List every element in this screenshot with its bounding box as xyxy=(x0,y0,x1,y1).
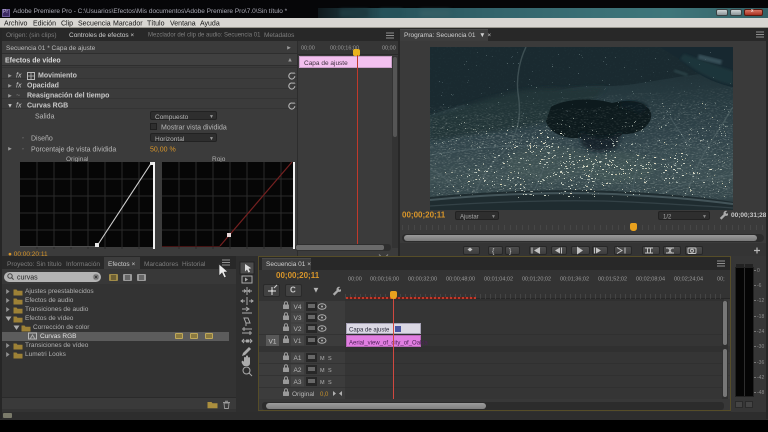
svg-text:A2: A2 xyxy=(294,367,302,374)
svg-text:M: M xyxy=(320,380,325,386)
svg-text:V1: V1 xyxy=(294,338,302,345)
svg-text:V3: V3 xyxy=(294,315,302,322)
svg-text:S: S xyxy=(328,380,332,386)
svg-text:V1: V1 xyxy=(269,339,277,346)
svg-text:V2: V2 xyxy=(294,326,302,333)
svg-text:V4: V4 xyxy=(294,304,302,311)
svg-text:A1: A1 xyxy=(294,355,302,362)
svg-text:M: M xyxy=(320,356,325,362)
svg-text:Original: Original xyxy=(292,391,315,398)
svg-text:M: M xyxy=(320,368,325,374)
svg-text:S: S xyxy=(328,368,332,374)
svg-text:S: S xyxy=(328,356,332,362)
svg-text:0,0: 0,0 xyxy=(320,392,329,398)
svg-text:A3: A3 xyxy=(294,379,302,386)
